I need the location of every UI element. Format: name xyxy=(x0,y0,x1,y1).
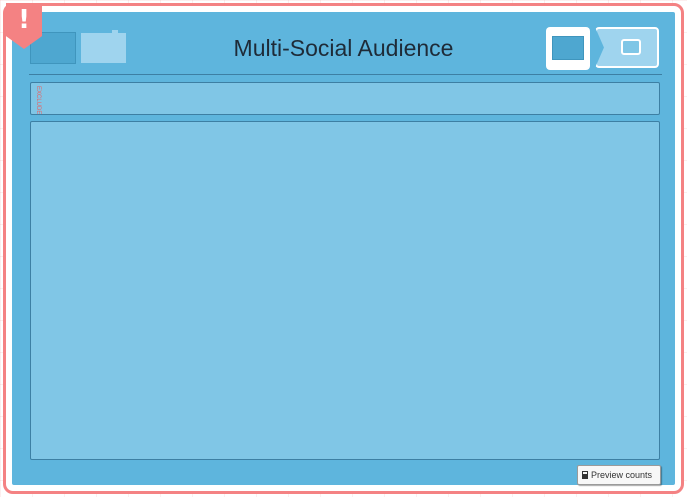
exclude-label: EXCLUDE xyxy=(35,86,41,115)
view-large-button[interactable] xyxy=(546,27,590,70)
monitor-icon xyxy=(552,36,584,60)
monitor-icon xyxy=(621,39,641,55)
exclude-dropzone[interactable]: EXCLUDE xyxy=(30,82,660,115)
header-divider xyxy=(29,74,662,75)
card-title: Multi-Social Audience xyxy=(233,35,454,61)
calculator-icon xyxy=(582,471,588,479)
folder-tab xyxy=(112,30,118,36)
alert-glyph: ! xyxy=(18,5,30,35)
preview-counts-label: Preview counts xyxy=(591,470,653,480)
preview-counts-button[interactable]: Preview counts xyxy=(577,465,661,485)
audience-card-body: Multi-Social Audience EXCLUDE Preview co… xyxy=(12,12,675,485)
folder-icon[interactable] xyxy=(81,30,126,63)
audience-card: Multi-Social Audience EXCLUDE Preview co… xyxy=(3,3,684,494)
view-small-button[interactable] xyxy=(595,27,659,68)
include-dropzone[interactable] xyxy=(30,121,660,460)
